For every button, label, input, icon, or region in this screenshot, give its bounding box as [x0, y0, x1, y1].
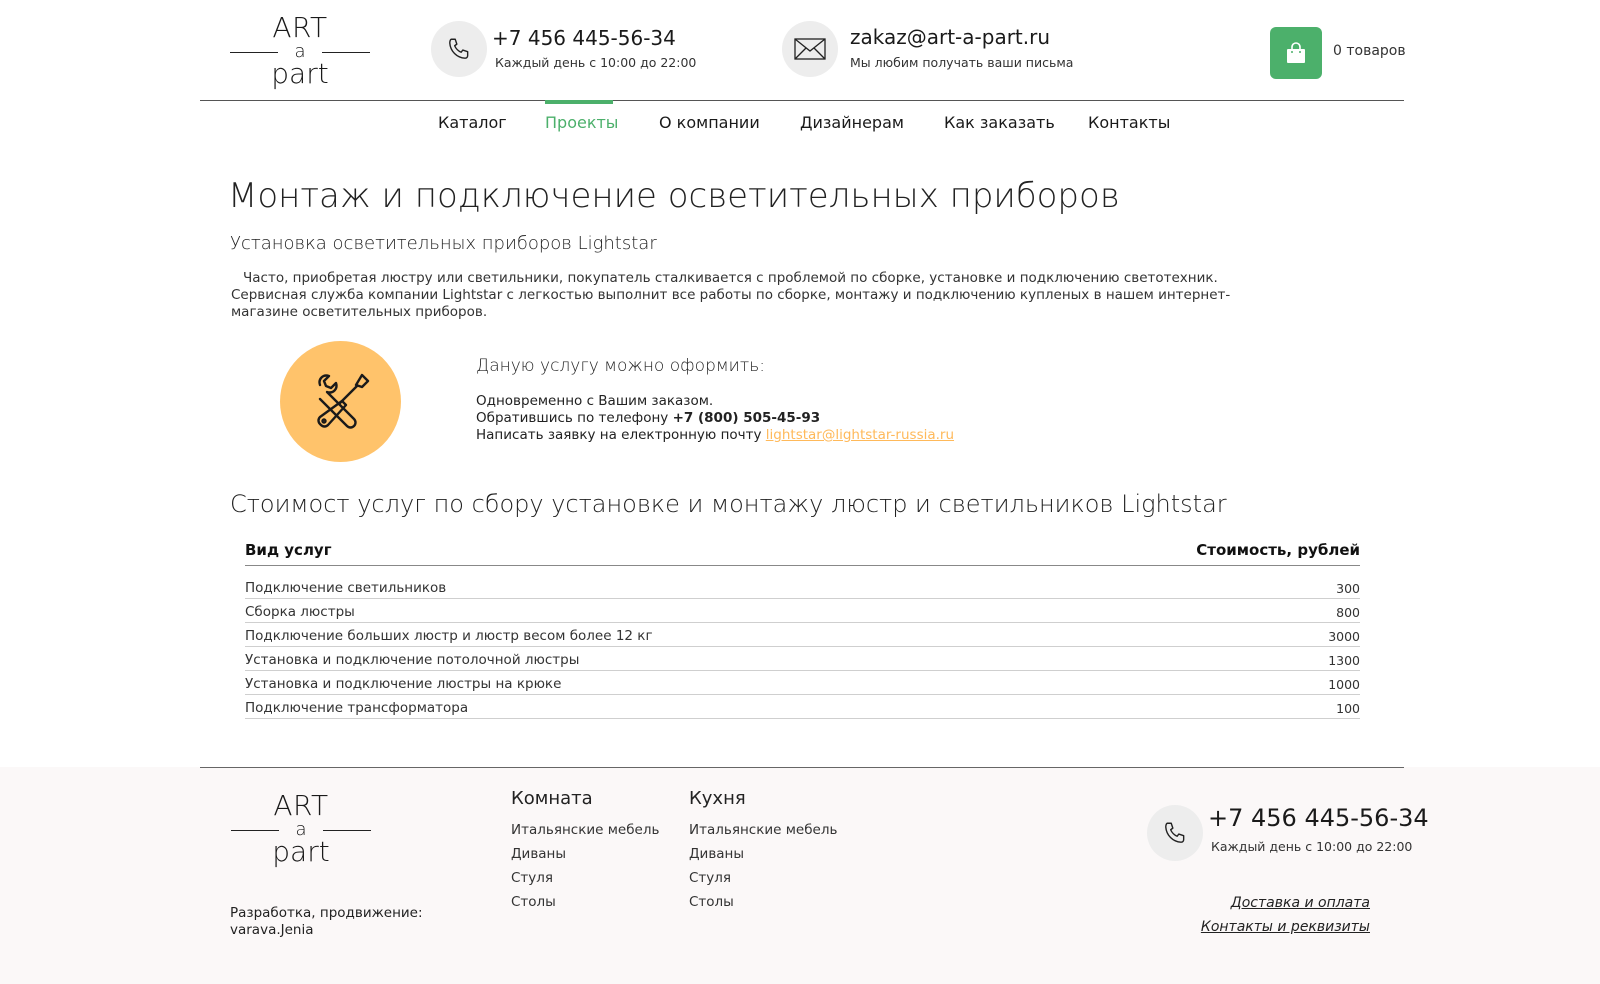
- shopping-bag-icon: [1287, 42, 1305, 63]
- developer-name[interactable]: varava.Jenia: [230, 922, 423, 939]
- pricing-row-price: 1000: [1328, 677, 1360, 692]
- pricing-col-price: Стоимость, рублей: [1196, 541, 1360, 559]
- pricing-row-divider: [245, 694, 1360, 695]
- pricing-header-divider: [245, 565, 1360, 566]
- logo-rule-right: [322, 52, 370, 53]
- pricing-row-name: Подключение трансформатора: [245, 700, 469, 716]
- footer-phone-circle[interactable]: [1147, 805, 1203, 861]
- header-email-note: Мы любим получать ваши письма: [850, 55, 1074, 70]
- footer-col-room-title: Комната: [511, 788, 593, 809]
- developer-label: Разработка, продвижение:: [230, 905, 423, 921]
- pricing-row-name: Установка и подключение люстры на крюке: [245, 676, 562, 692]
- footer-phone-hours: Каждый день с 10:00 до 22:00: [1211, 839, 1413, 854]
- footer-link[interactable]: Столы: [511, 894, 556, 910]
- header-email-circle[interactable]: [782, 21, 838, 77]
- service-line-email: Написать заявку на електронную почту lig…: [476, 427, 954, 443]
- header-email-address[interactable]: zakaz@art-a-part.ru: [850, 25, 1050, 49]
- pricing-row-price: 800: [1336, 605, 1360, 620]
- cart-button[interactable]: [1270, 27, 1322, 79]
- footer-link-delivery[interactable]: Доставка и оплата: [1231, 895, 1370, 911]
- service-email-label: Написать заявку на електронную почту: [476, 427, 762, 443]
- tools-badge: [280, 341, 401, 462]
- header-divider: [200, 100, 1404, 101]
- nav-item-about[interactable]: О компании: [659, 113, 760, 132]
- service-line-phone: Обратившись по телефону +7 (800) 505-45-…: [476, 410, 820, 426]
- footer-phone-number[interactable]: +7 456 445-56-34: [1208, 804, 1429, 832]
- footer-col-kitchen-title: Кухня: [689, 788, 746, 809]
- nav-active-indicator: [545, 100, 613, 104]
- logo-line-art: ART: [273, 789, 329, 822]
- pricing-title: Стоимост услуг по сбору установке и монт…: [230, 490, 1227, 518]
- header-logo[interactable]: ART a part: [230, 12, 370, 92]
- page-title: Монтаж и подключение осветительных прибо…: [228, 176, 1120, 216]
- pricing-row-name: Подключение больших люстр и люстр весом …: [245, 628, 653, 644]
- footer-divider: [200, 767, 1404, 768]
- footer-logo[interactable]: ART a part: [231, 790, 371, 870]
- logo-rule-right: [323, 830, 371, 831]
- nav-item-contacts[interactable]: Контакты: [1088, 113, 1170, 132]
- header-phone-hours: Каждый день с 10:00 до 22:00: [495, 55, 697, 70]
- nav-item-designers[interactable]: Дизайнерам: [800, 113, 904, 132]
- footer-link-requisites[interactable]: Контакты и реквизиты: [1201, 919, 1370, 935]
- tools-icon: [316, 373, 369, 429]
- header-phone-circle[interactable]: [431, 21, 487, 77]
- cart-count[interactable]: 0 товаров: [1333, 43, 1406, 59]
- nav-item-projects[interactable]: Проекты: [545, 113, 618, 132]
- pricing-row-price: 300: [1336, 581, 1360, 596]
- phone-icon: [449, 38, 469, 59]
- logo-line-art: ART: [272, 11, 328, 44]
- service-email-link[interactable]: lightstar@lightstar-russia.ru: [766, 427, 954, 443]
- footer-link[interactable]: Диваны: [511, 846, 566, 862]
- footer-link[interactable]: Итальянские мебель: [689, 822, 837, 838]
- pricing-row-price: 100: [1336, 701, 1360, 716]
- pricing-row-name: Подключение светильников: [245, 580, 447, 596]
- pricing-col-service: Вид услуг: [245, 541, 332, 559]
- intro-paragraph: Часто, приобретая люстру или светильники…: [231, 270, 1231, 320]
- pricing-row-divider: [245, 646, 1360, 647]
- header-phone-number[interactable]: +7 456 445-56-34: [492, 26, 676, 50]
- nav-item-catalog[interactable]: Каталог: [438, 113, 507, 132]
- service-phone-number[interactable]: +7 (800) 505-45-93: [673, 410, 821, 426]
- service-phone-label: Обратившись по телефону: [476, 410, 669, 426]
- footer-link[interactable]: Диваны: [689, 846, 744, 862]
- pricing-row-price: 1300: [1328, 653, 1360, 668]
- envelope-icon: [794, 38, 826, 60]
- developer-credit: Разработка, продвижение: varava.Jenia: [230, 905, 423, 939]
- logo-line-part: part: [272, 835, 330, 868]
- logo-line-part: part: [271, 57, 329, 90]
- pricing-row-name: Установка и подключение потолочной люстр…: [245, 652, 580, 668]
- pricing-row-name: Сборка люстры: [245, 604, 355, 620]
- page-subtitle: Установка осветительных приборов Lightst…: [230, 233, 657, 254]
- pricing-row-divider: [245, 718, 1360, 719]
- nav-item-how-to-order[interactable]: Как заказать: [944, 113, 1055, 132]
- pricing-row-price: 3000: [1328, 629, 1360, 644]
- pricing-row-divider: [245, 598, 1360, 599]
- footer-link[interactable]: Столы: [689, 894, 734, 910]
- pricing-row-divider: [245, 622, 1360, 623]
- pricing-row-divider: [245, 670, 1360, 671]
- service-line-order: Одновременно с Вашим заказом.: [476, 393, 714, 409]
- footer-link[interactable]: Стуля: [511, 870, 553, 886]
- footer-link[interactable]: Итальянские мебель: [511, 822, 659, 838]
- phone-icon: [1165, 822, 1185, 843]
- footer-link[interactable]: Стуля: [689, 870, 731, 886]
- service-title: Даную услугу можно оформить:: [476, 356, 765, 376]
